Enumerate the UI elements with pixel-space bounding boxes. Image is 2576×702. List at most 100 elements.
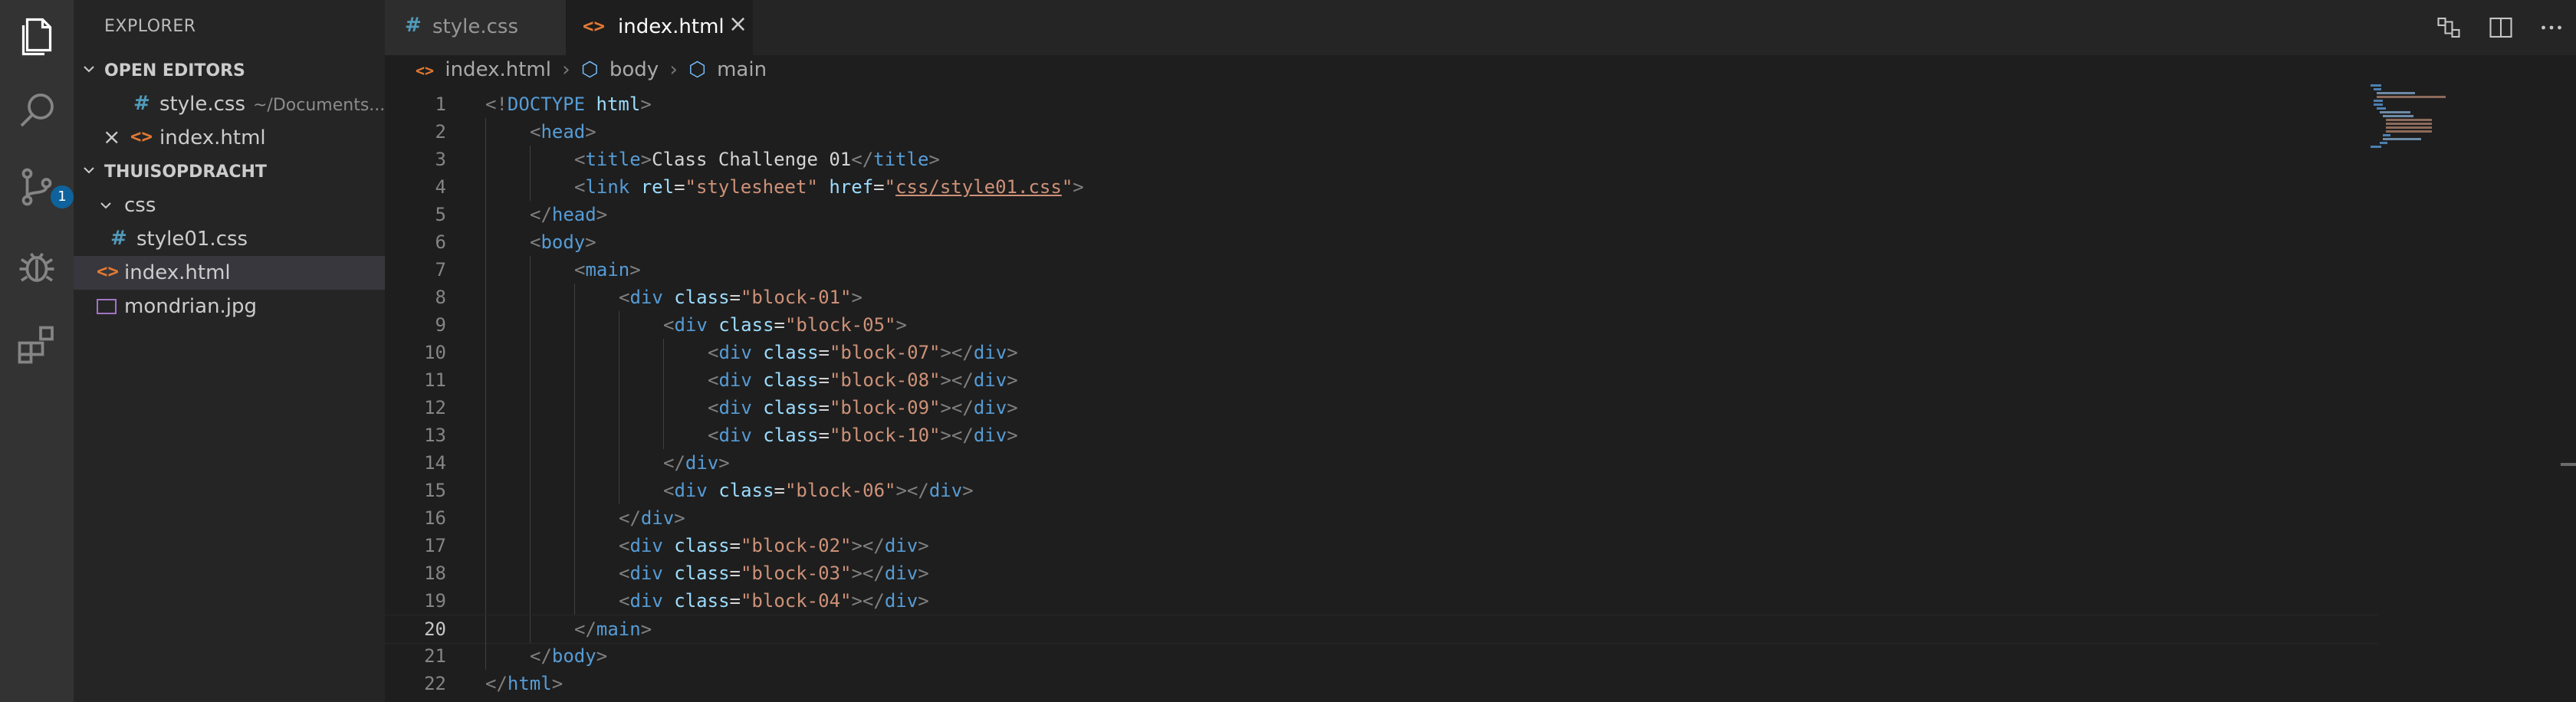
explorer-icon[interactable] <box>14 14 60 60</box>
code-line[interactable]: 12 <div class="block-09"></div> <box>385 394 2378 422</box>
code-token: div <box>973 369 1007 391</box>
code-line[interactable]: 1 <!DOCTYPE html> <box>385 90 2378 118</box>
code-token: > <box>596 204 608 225</box>
code-line[interactable]: 6 <body> <box>385 228 2378 256</box>
tab-index-html[interactable]: <> index.html × <box>566 0 753 55</box>
tab-label: index.html <box>618 15 724 38</box>
code-token: ></ <box>940 369 974 391</box>
indent-guide <box>574 559 575 587</box>
indent-guide <box>530 146 531 173</box>
html-file-icon: <> <box>97 261 119 282</box>
folder-section[interactable]: THUISOPDRACHT <box>74 155 385 189</box>
code-line[interactable]: 15 <div class="block-06"></div> <box>385 477 2378 504</box>
indent-guide <box>485 339 486 366</box>
minimap[interactable] <box>2371 84 2455 153</box>
code-text: <div class="block-10"></div> <box>708 425 1018 446</box>
breadcrumb-item[interactable]: index.html <box>445 58 551 81</box>
code-line[interactable]: 22 </html> <box>385 670 2378 697</box>
line-number: 15 <box>424 480 446 501</box>
debug-icon[interactable] <box>14 242 60 288</box>
split-editor-icon[interactable] <box>2487 14 2515 41</box>
code-token: > <box>1007 369 1018 391</box>
code-line[interactable]: 7 <main> <box>385 256 2378 284</box>
tree-file-index[interactable]: <> index.html <box>74 256 385 290</box>
code-text: <div class="block-03"></div> <box>619 563 929 584</box>
search-icon[interactable] <box>14 87 60 133</box>
indent-guide <box>485 559 486 587</box>
scrollbar[interactable] <box>2561 463 2576 478</box>
open-editor-item[interactable]: # style.css ~/Documents... <box>74 87 385 121</box>
code-token: = <box>818 397 830 418</box>
indent-guide <box>485 615 486 643</box>
tab-style-css[interactable]: # style.css <box>385 0 566 55</box>
code-token: class <box>674 287 730 308</box>
line-number: 1 <box>435 93 446 115</box>
code-token: </ <box>574 618 596 640</box>
code-line[interactable]: 20 </main> <box>385 615 2378 644</box>
code-token: "block-06" <box>784 480 896 501</box>
extensions-icon[interactable] <box>14 322 60 368</box>
line-number: 13 <box>424 425 446 446</box>
code-token: Class Challenge 01 <box>652 149 852 170</box>
chevron-down-icon <box>100 202 111 209</box>
code-line[interactable]: 2 <head> <box>385 118 2378 146</box>
line-number: 18 <box>424 563 446 584</box>
code-token: < <box>708 342 719 363</box>
open-editor-item[interactable]: × <> index.html <box>74 121 385 155</box>
code-token: > <box>962 480 974 501</box>
tree-file-mondrian[interactable]: mondrian.jpg <box>74 290 385 323</box>
code-token: class <box>763 397 819 418</box>
tree-file-style01[interactable]: # style01.css <box>74 222 385 256</box>
code-line[interactable]: 19 <div class="block-04"></div> <box>385 587 2378 615</box>
indent-guide <box>530 394 531 422</box>
indent-guide <box>574 394 575 422</box>
code-line[interactable]: 17 <div class="block-02"></div> <box>385 532 2378 559</box>
compare-changes-icon[interactable] <box>2435 14 2463 41</box>
breadcrumb: <> index.html › ⬡ body › ⬡ main <box>416 58 771 89</box>
html-file-icon: <> <box>416 61 435 80</box>
code-token: = <box>729 287 741 308</box>
indent-guide <box>663 366 664 394</box>
symbol-icon: ⬡ <box>580 58 599 81</box>
source-control-badge: 1 <box>51 185 74 208</box>
line-number: 10 <box>424 342 446 363</box>
code-line[interactable]: 8 <div class="block-01"> <box>385 284 2378 311</box>
explorer-sidebar: EXPLORER OPEN EDITORS # style.css ~/Docum… <box>74 0 385 702</box>
indent-guide <box>485 173 486 201</box>
chevron-down-icon <box>84 167 94 174</box>
code-token: > <box>640 93 652 115</box>
code-token: </ <box>530 645 552 667</box>
breadcrumb-item[interactable]: body <box>610 58 659 81</box>
code-line[interactable]: 4 <link rel="stylesheet" href="css/style0… <box>385 173 2378 201</box>
code-line[interactable]: 21 </body> <box>385 642 2378 670</box>
code-token: div <box>884 590 918 612</box>
tree-folder-css[interactable]: css <box>74 189 385 222</box>
code-line[interactable]: 18 <div class="block-03"></div> <box>385 559 2378 587</box>
code-token: "block-01" <box>740 287 852 308</box>
code-token: div <box>685 452 719 474</box>
code-line[interactable]: 11 <div class="block-08"></div> <box>385 366 2378 394</box>
close-icon[interactable]: × <box>103 124 120 149</box>
code-token: = <box>818 425 830 446</box>
code-text: <title>Class Challenge 01</title> <box>574 149 940 170</box>
more-actions-icon[interactable] <box>2538 14 2565 41</box>
breadcrumb-item[interactable]: main <box>717 58 767 81</box>
open-editors-section[interactable]: OPEN EDITORS <box>74 54 385 87</box>
indent-guide <box>574 504 575 532</box>
code-line[interactable]: 9 <div class="block-05"> <box>385 311 2378 339</box>
code-token: <! <box>485 93 508 115</box>
code-token: > <box>918 535 929 556</box>
code-line[interactable]: 16 </div> <box>385 504 2378 532</box>
code-line[interactable]: 3 <title>Class Challenge 01</title> <box>385 146 2378 173</box>
code-line[interactable]: 5 </head> <box>385 201 2378 228</box>
source-control-icon[interactable]: 1 <box>14 164 74 210</box>
code-line[interactable]: 13 <div class="block-10"></div> <box>385 422 2378 449</box>
code-line[interactable]: 14 </div> <box>385 449 2378 477</box>
close-icon[interactable]: × <box>728 11 748 38</box>
code-line[interactable]: 10 <div class="block-07"></div> <box>385 339 2378 366</box>
code-token: div <box>928 480 963 501</box>
indent-guide <box>530 339 531 366</box>
code-text: <!DOCTYPE html> <box>485 93 652 115</box>
